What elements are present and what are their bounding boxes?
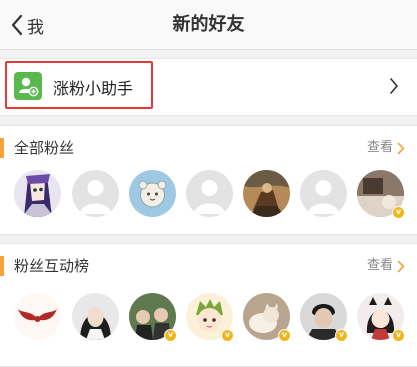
section-title: 全部粉丝 [14,139,75,157]
see-all-label: 查看 [366,258,393,273]
verified-badge-icon: v [392,329,405,342]
verified-badge-icon: v [392,206,405,219]
see-all-label: 查看 [366,140,393,155]
verified-badge-icon: v [221,329,234,342]
section-accent-bar [0,138,4,158]
avatar[interactable] [72,170,119,217]
fan-ranking-section: 粉丝互动榜 查看 v v v v v [0,243,417,367]
verified-badge-icon: v [164,329,177,342]
avatar[interactable] [14,293,61,340]
avatar[interactable] [243,170,290,217]
helper-label: 涨粉小助手 [53,79,134,98]
fan-helper-row[interactable]: 涨粉小助手 [0,58,417,116]
section-title: 粉丝互动榜 [14,257,90,275]
verified-badge-icon: v [278,329,291,342]
user-add-icon [14,72,42,100]
avatar[interactable] [300,170,347,217]
verified-badge-icon: v [335,329,348,342]
avatar-list: v [14,170,417,220]
see-all-fans-button[interactable]: 查看 [367,138,405,158]
section-accent-bar [0,256,4,276]
chevron-right-icon [390,78,398,94]
avatar[interactable] [14,170,61,217]
page-title: 新的好友 [172,14,245,35]
avatar[interactable] [72,293,119,340]
all-fans-section: 全部粉丝 查看 v [0,125,417,235]
chevron-right-icon [397,260,405,272]
navigation-bar: 我 新的好友 [0,0,417,50]
avatar-list: v v v v v [14,293,417,343]
see-all-ranking-button[interactable]: 查看 [367,256,405,276]
chevron-right-icon [397,142,405,154]
avatar[interactable] [186,170,233,217]
avatar[interactable] [129,170,176,217]
